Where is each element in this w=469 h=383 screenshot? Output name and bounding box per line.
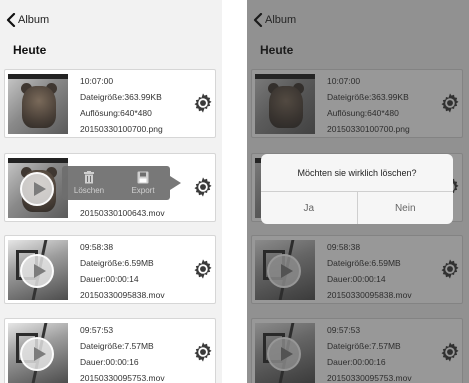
trash-icon xyxy=(84,171,94,184)
list-item[interactable]: 09:58:38 Dateigröße:6.59MB Dauer:00:00:1… xyxy=(4,235,216,304)
item-filename: 20150330095838.mov xyxy=(80,290,165,300)
item-filename: 20150330095753.mov xyxy=(80,373,165,383)
play-icon[interactable] xyxy=(20,337,54,371)
item-duration: Dauer:00:00:16 xyxy=(80,357,139,367)
thumbnail-image[interactable] xyxy=(8,240,68,300)
chevron-left-icon[interactable] xyxy=(6,13,16,27)
list-item[interactable]: 20150330100643.mov Löschen Export xyxy=(4,153,216,222)
album-screen-right: Album Heute 10:07:00 Dateigröße:363.99KB… xyxy=(247,0,469,383)
item-duration: Dauer:00:00:14 xyxy=(80,274,139,284)
gear-icon[interactable] xyxy=(192,341,214,363)
item-time: 09:57:53 xyxy=(80,325,114,335)
back-button[interactable]: Album xyxy=(18,14,49,26)
export-button[interactable]: Export xyxy=(116,166,170,200)
dialog-message: Möchten sie wirklich löschen? xyxy=(261,154,453,192)
list-item[interactable]: 10:07:00 Dateigröße:363.99KB Auflösung:6… xyxy=(4,69,216,138)
gear-icon[interactable] xyxy=(192,92,214,114)
thumbnail-image[interactable] xyxy=(8,74,68,134)
item-filename: 20150330100643.mov xyxy=(80,208,165,218)
item-resolution: Auflösung:640*480 xyxy=(80,108,152,118)
thumbnail-image[interactable] xyxy=(8,323,68,383)
teddy-bear-image xyxy=(22,86,56,128)
item-size: Dateigröße:363.99KB xyxy=(80,92,162,102)
delete-confirm-dialog: Möchten sie wirklich löschen? Ja Nein xyxy=(261,154,453,224)
no-button[interactable]: Nein xyxy=(356,192,454,224)
album-screen-left: Album Heute 10:07:00 Dateigröße:363.99KB… xyxy=(0,0,222,383)
yes-button[interactable]: Ja xyxy=(261,192,357,224)
delete-label: Löschen xyxy=(73,186,105,195)
item-time: 09:58:38 xyxy=(80,242,114,252)
save-icon xyxy=(137,171,149,184)
export-label: Export xyxy=(131,186,155,195)
gear-icon[interactable] xyxy=(192,176,214,198)
item-filename: 20150330100700.png xyxy=(80,124,163,134)
item-size: Dateigröße:6.59MB xyxy=(80,258,154,268)
item-time: 10:07:00 xyxy=(80,76,114,86)
play-icon[interactable] xyxy=(20,254,54,288)
item-size: Dateigröße:7.57MB xyxy=(80,341,154,351)
nav-bar: Album xyxy=(0,6,222,34)
play-icon[interactable] xyxy=(20,172,54,206)
section-title: Heute xyxy=(13,43,47,57)
action-popup: Löschen Export xyxy=(62,166,181,200)
gear-icon[interactable] xyxy=(192,258,214,280)
thumbnail-image[interactable] xyxy=(8,158,68,218)
delete-button[interactable]: Löschen xyxy=(62,166,116,200)
list-item[interactable]: 09:57:53 Dateigröße:7.57MB Dauer:00:00:1… xyxy=(4,318,216,383)
